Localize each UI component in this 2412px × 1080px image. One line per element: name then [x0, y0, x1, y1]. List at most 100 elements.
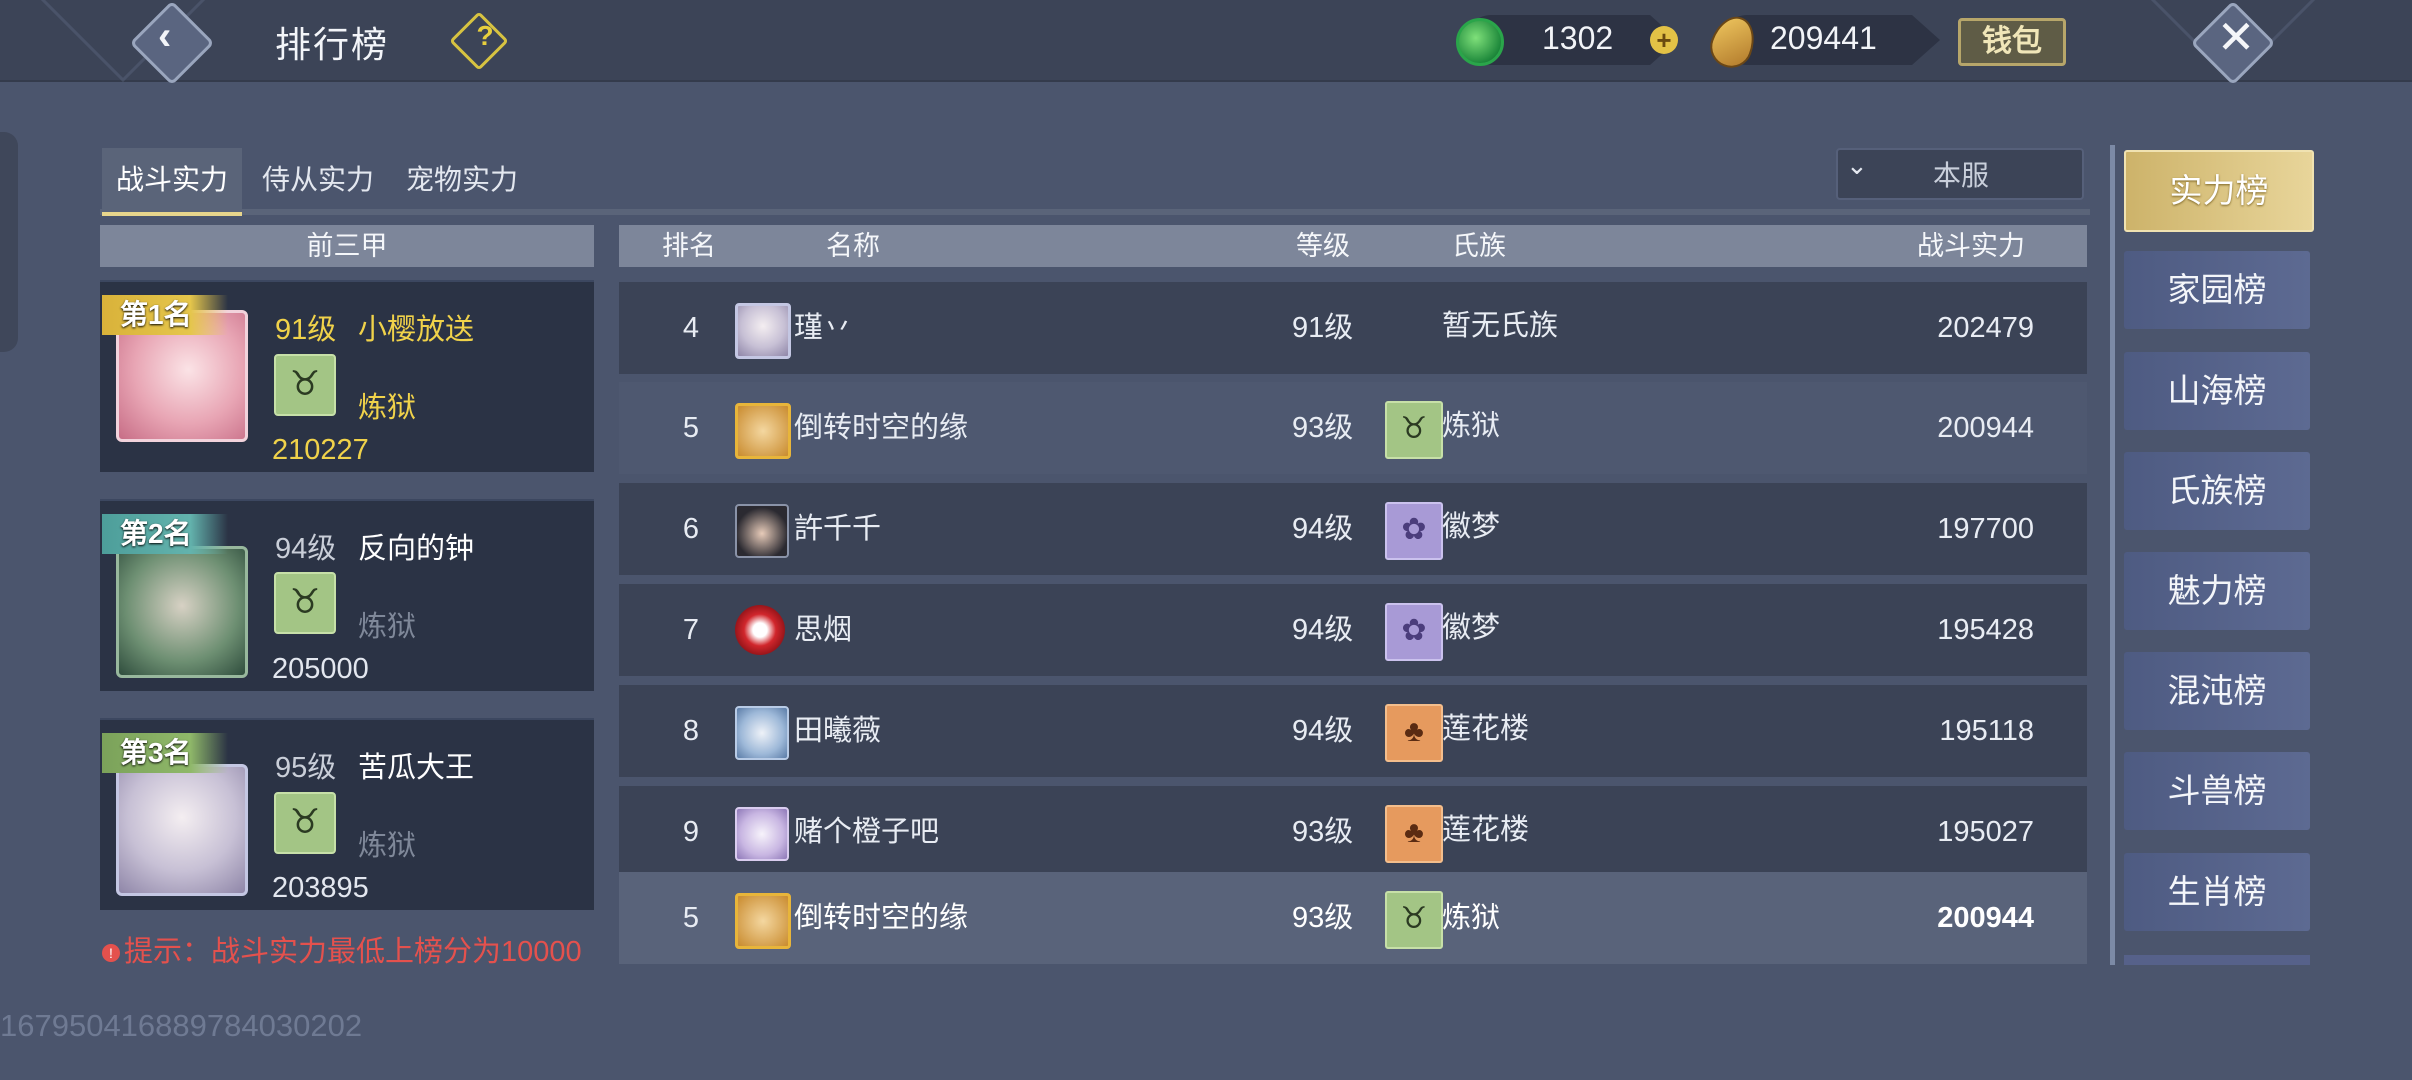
column-header-power: 战斗实力 [1917, 231, 2025, 261]
player-name: 思烟 [794, 614, 853, 646]
power-value: 205000 [272, 653, 369, 685]
player-name: 許千千 [794, 513, 882, 545]
sidebar-item-home[interactable]: 家园榜 [2124, 251, 2310, 329]
sidebar-item-shanhai[interactable]: 山海榜 [2124, 352, 2310, 430]
tab-attendant-power[interactable]: 侍从实力 [248, 148, 388, 212]
avatar [735, 807, 789, 861]
player-level: 94级 [1292, 513, 1354, 545]
sidebar-item-charm[interactable]: 魅力榜 [2124, 552, 2310, 630]
player-name: 田曦薇 [794, 715, 882, 747]
avatar [735, 605, 785, 655]
sidebar-item-zodiac[interactable]: 生肖榜 [2124, 853, 2310, 931]
power-value: 195428 [1937, 614, 2034, 646]
power-value: 210227 [272, 434, 369, 466]
jade-icon [1456, 18, 1504, 66]
player-name: 倒转时空的缘 [794, 412, 969, 444]
sidebar-divider [2110, 145, 2115, 965]
user-id: 16795041688978403020​2 [0, 1008, 363, 1043]
player-name: 小樱放送 [358, 314, 475, 346]
power-value: 195118 [1939, 715, 2034, 747]
column-header-rank: 排名 [662, 231, 716, 261]
sidebar-item-beast[interactable]: 斗兽榜 [2124, 752, 2310, 830]
sidebar-item-power[interactable]: 实力榜 [2124, 150, 2314, 232]
power-value: 200944 [1937, 902, 2034, 934]
avatar [116, 764, 248, 896]
player-level: 94级 [1292, 715, 1354, 747]
clan-name: 炼狱 [1442, 902, 1501, 934]
question-icon: ? [476, 20, 494, 51]
clan-name: 莲花楼 [1442, 713, 1530, 745]
rank-cell: 5 [682, 412, 700, 444]
sidebar-item-chaos[interactable]: 混沌榜 [2124, 652, 2310, 730]
rank-flag: 第3名 [102, 733, 228, 773]
player-level: 93级 [1292, 902, 1354, 934]
clan-emblem-icon: ♣ [1385, 704, 1443, 762]
rank-flag: 第1名 [102, 295, 228, 335]
player-level: 94级 [275, 533, 337, 565]
page-title: 排行榜 [275, 24, 390, 65]
clan-emblem-icon: ♉ [1385, 891, 1443, 949]
clan-emblem-icon: ♣ [1385, 805, 1443, 863]
player-name: 反向的钟 [358, 533, 475, 565]
avatar [735, 403, 791, 459]
top-three-header: 前三甲 [100, 225, 594, 267]
power-value: 200944 [1937, 412, 2034, 444]
chevron-down-icon: ⌄ [1846, 150, 1868, 180]
min-score-hint: ! 提示：战斗实力最低上榜分为10000 [102, 928, 582, 970]
add-currency-button[interactable]: + [1650, 26, 1678, 54]
clan-emblem-icon: ✿ [1385, 502, 1443, 560]
rank-flag: 第2名 [102, 514, 228, 554]
power-value: 197700 [1937, 513, 2034, 545]
clan-emblem-icon: ♉ [274, 792, 336, 854]
player-level: 95级 [275, 752, 337, 784]
sidebar-item-clan[interactable]: 氏族榜 [2124, 452, 2310, 530]
avatar [116, 546, 248, 678]
rank-cell: 6 [682, 513, 700, 545]
clan-name: 暂无氏族 [1442, 310, 1559, 342]
hint-text: 提示：战斗实力最低上榜分为10000 [124, 936, 582, 968]
clan-name: 炼狱 [358, 830, 417, 862]
server-filter-value: 本服 [1932, 160, 1989, 191]
rank-cell: 7 [682, 614, 700, 646]
rank-cell: 8 [682, 715, 700, 747]
clan-emblem-icon: ♉ [274, 354, 336, 416]
tab-combat-power[interactable]: 战斗实力 [102, 148, 242, 216]
jade-amount: 1302 [1542, 20, 1614, 56]
clan-name: 徽梦 [1442, 511, 1501, 543]
rank-cell: 9 [682, 816, 700, 848]
clan-name: 炼狱 [358, 392, 417, 424]
sidebar-item-partial [2124, 955, 2310, 965]
rank-cell: 4 [682, 312, 700, 344]
player-name: 苦瓜大王 [358, 752, 475, 784]
clan-name: 莲花楼 [1442, 814, 1530, 846]
clan-emblem-icon: ♉ [274, 572, 336, 634]
clan-emblem-icon: ♉ [1385, 401, 1443, 459]
power-value: 203895 [272, 872, 369, 904]
player-name: 赌个橙子吧 [794, 816, 940, 848]
avatar [735, 706, 789, 760]
clan-emblem-icon: ✿ [1385, 603, 1443, 661]
player-level: 91级 [1292, 312, 1354, 344]
player-level: 91级 [275, 314, 337, 346]
column-header-clan: 氏族 [1452, 231, 1506, 261]
wallet-button[interactable]: 钱包 [1958, 18, 2066, 66]
power-value: 195027 [1937, 816, 2034, 848]
alert-icon: ! [102, 944, 120, 962]
avatar [735, 504, 789, 558]
rank-cell: 5 [682, 902, 700, 934]
tab-pet-power[interactable]: 宠物实力 [392, 148, 532, 212]
player-level: 93级 [1292, 816, 1354, 848]
clan-name: 炼狱 [358, 611, 417, 643]
player-level: 94级 [1292, 614, 1354, 646]
chevron-left-icon: ‹ [158, 14, 172, 58]
player-name: 瑾丷 [794, 312, 853, 344]
left-edge-tab[interactable] [0, 132, 18, 352]
close-icon: ✕ [2216, 11, 2256, 63]
player-name: 倒转时空的缘 [794, 902, 969, 934]
clan-name: 炼狱 [1442, 410, 1501, 442]
avatar [735, 893, 791, 949]
power-value: 202479 [1937, 312, 2034, 344]
column-header-level: 等级 [1296, 231, 1350, 261]
player-level: 93级 [1292, 412, 1354, 444]
gold-amount: 209441 [1770, 20, 1877, 56]
